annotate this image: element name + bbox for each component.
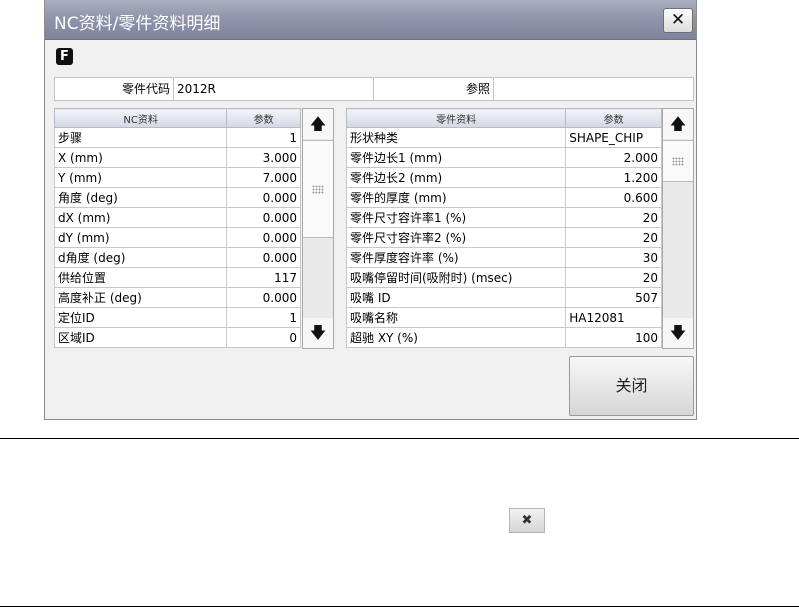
cell-value: 7.000 — [226, 167, 301, 188]
cell-value: 100 — [565, 327, 662, 348]
cell-value: 3.000 — [226, 147, 301, 168]
grip-icon — [672, 157, 684, 166]
cell-name: 区域ID — [53, 327, 228, 348]
scroll-thumb[interactable] — [663, 140, 693, 182]
nc-table-scrollbar[interactable]: 🡅 🡇 — [302, 108, 334, 349]
table-row[interactable]: 区域ID 0 — [53, 327, 301, 348]
grip-icon — [312, 185, 324, 194]
cell-value: 117 — [226, 267, 301, 288]
table-row[interactable]: d角度 (deg) 0.000 — [53, 247, 301, 268]
cell-value: 507 — [565, 287, 662, 308]
cell-name: 零件的厚度 (mm) — [345, 187, 567, 208]
cell-name: 形状种类 — [345, 127, 567, 148]
part-code-label: 零件代码 — [55, 78, 174, 100]
cell-name: 吸嘴停留时间(吸附时) (msec) — [345, 267, 567, 288]
cell-name: 超驰 XY (%) — [345, 327, 567, 348]
table-row[interactable]: 零件的厚度 (mm) 0.600 — [345, 187, 662, 208]
cell-value: 1 — [226, 307, 301, 328]
table-row[interactable]: 零件边长1 (mm) 2.000 — [345, 147, 662, 168]
cell-name: 零件尺寸容许率2 (%) — [345, 227, 567, 248]
table-header-row: NC资料 参数 — [53, 108, 301, 128]
nc-data-table: NC资料 参数 步骤 1 X (mm) 3.000 Y (mm) 7.000 角度 (… — [53, 108, 301, 348]
table-row[interactable]: 形状种类 SHAPE_CHIP — [345, 127, 662, 148]
nc-part-detail-dialog: NC资料/零件资料明细 ✕ F 零件代码 2012R 参照 NC资料 参数 步骤… — [44, 0, 697, 420]
cell-name: X (mm) — [53, 147, 228, 168]
cell-name: 高度补正 (deg) — [53, 287, 228, 308]
nc-header-value: 参数 — [226, 108, 301, 128]
table-row[interactable]: 定位ID 1 — [53, 307, 301, 328]
table-row[interactable]: dX (mm) 0.000 — [53, 207, 301, 228]
cell-value: 30 — [565, 247, 662, 268]
part-header-name: 零件资料 — [345, 108, 567, 128]
part-data-table: 零件资料 参数 形状种类 SHAPE_CHIP 零件边长1 (mm) 2.000 零… — [345, 108, 662, 348]
cell-name: d角度 (deg) — [53, 247, 228, 268]
table-row[interactable]: 角度 (deg) 0.000 — [53, 187, 301, 208]
scroll-up-arrow-icon[interactable]: 🡅 — [663, 109, 693, 139]
page: NC资料/零件资料明细 ✕ F 零件代码 2012R 参照 NC资料 参数 步骤… — [0, 0, 799, 608]
cell-value: 0.000 — [226, 247, 301, 268]
dialog-title: NC资料/零件资料明细 — [54, 14, 221, 34]
cell-name: Y (mm) — [53, 167, 228, 188]
scroll-down-arrow-icon[interactable]: 🡇 — [663, 318, 693, 348]
cell-name: 零件尺寸容许率1 (%) — [345, 207, 567, 228]
table-row[interactable]: X (mm) 3.000 — [53, 147, 301, 168]
title-bar: NC资料/零件资料明细 ✕ — [45, 0, 696, 40]
table-row[interactable]: dY (mm) 0.000 — [53, 227, 301, 248]
cell-value: 1.200 — [565, 167, 662, 188]
cell-name: dY (mm) — [53, 227, 228, 248]
nc-header-name: NC资料 — [53, 108, 228, 128]
divider — [0, 606, 799, 607]
scroll-down-arrow-icon[interactable]: 🡇 — [303, 318, 333, 348]
close-button[interactable]: 关闭 — [569, 356, 694, 416]
reference-value — [494, 78, 693, 100]
table-row[interactable]: 零件厚度容许率 (%) 30 — [345, 247, 662, 268]
table-row[interactable]: Y (mm) 7.000 — [53, 167, 301, 188]
cell-value: 20 — [565, 267, 662, 288]
part-table-scrollbar[interactable]: 🡅 🡇 — [662, 108, 694, 349]
scroll-up-arrow-icon[interactable]: 🡅 — [303, 109, 333, 139]
table-row[interactable]: 步骤 1 — [53, 127, 301, 148]
cell-value: HA12081 — [565, 307, 662, 328]
cell-name: dX (mm) — [53, 207, 228, 228]
cell-value: SHAPE_CHIP — [565, 127, 662, 148]
cell-value: 1 — [226, 127, 301, 148]
cell-name: 零件边长1 (mm) — [345, 147, 567, 168]
divider — [0, 438, 799, 439]
close-icon[interactable]: ✖ — [509, 508, 545, 533]
table-row[interactable]: 吸嘴名称 HA12081 — [345, 307, 662, 328]
table-header-row: 零件资料 参数 — [345, 108, 662, 128]
table-row[interactable]: 超驰 XY (%) 100 — [345, 327, 662, 348]
table-row[interactable]: 零件尺寸容许率1 (%) 20 — [345, 207, 662, 228]
f-badge-icon: F — [56, 48, 73, 65]
close-icon[interactable]: ✕ — [663, 8, 693, 33]
cell-value: 0 — [226, 327, 301, 348]
cell-name: 角度 (deg) — [53, 187, 228, 208]
cell-name: 供给位置 — [53, 267, 228, 288]
cell-name: 零件边长2 (mm) — [345, 167, 567, 188]
part-info-row: 零件代码 2012R 参照 — [54, 77, 694, 101]
cell-value: 0.000 — [226, 207, 301, 228]
table-row[interactable]: 供给位置 117 — [53, 267, 301, 288]
cell-value: 0.600 — [565, 187, 662, 208]
reference-label: 参照 — [374, 78, 494, 100]
cell-value: 0.000 — [226, 287, 301, 308]
table-row[interactable]: 零件尺寸容许率2 (%) 20 — [345, 227, 662, 248]
table-row[interactable]: 吸嘴 ID 507 — [345, 287, 662, 308]
cell-value: 2.000 — [565, 147, 662, 168]
part-header-value: 参数 — [565, 108, 662, 128]
cell-name: 定位ID — [53, 307, 228, 328]
part-code-value: 2012R — [174, 78, 374, 100]
cell-value: 0.000 — [226, 187, 301, 208]
cell-value: 20 — [565, 207, 662, 228]
table-row[interactable]: 吸嘴停留时间(吸附时) (msec) 20 — [345, 267, 662, 288]
table-row[interactable]: 高度补正 (deg) 0.000 — [53, 287, 301, 308]
cell-value: 0.000 — [226, 227, 301, 248]
cell-name: 零件厚度容许率 (%) — [345, 247, 567, 268]
cell-name: 吸嘴 ID — [345, 287, 567, 308]
scroll-thumb[interactable] — [303, 140, 333, 238]
cell-value: 20 — [565, 227, 662, 248]
cell-name: 吸嘴名称 — [345, 307, 567, 328]
table-row[interactable]: 零件边长2 (mm) 1.200 — [345, 167, 662, 188]
cell-name: 步骤 — [53, 127, 228, 148]
